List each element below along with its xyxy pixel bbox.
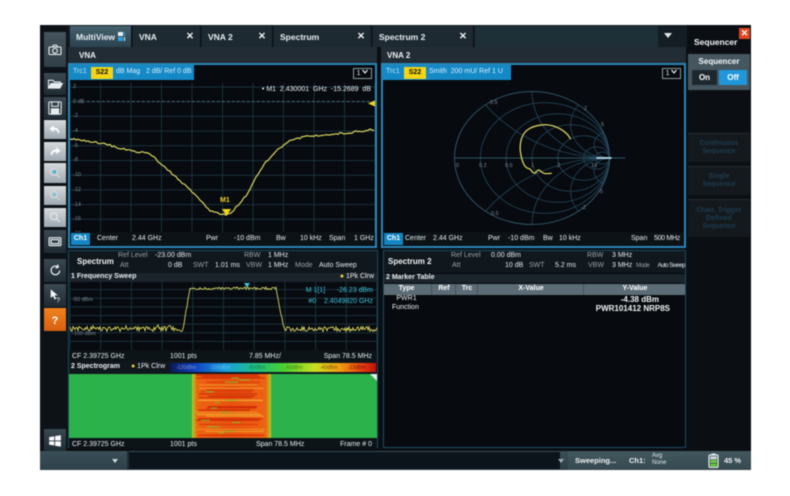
svg-text:?: ? <box>52 314 59 326</box>
svg-text:?: ? <box>56 297 60 304</box>
